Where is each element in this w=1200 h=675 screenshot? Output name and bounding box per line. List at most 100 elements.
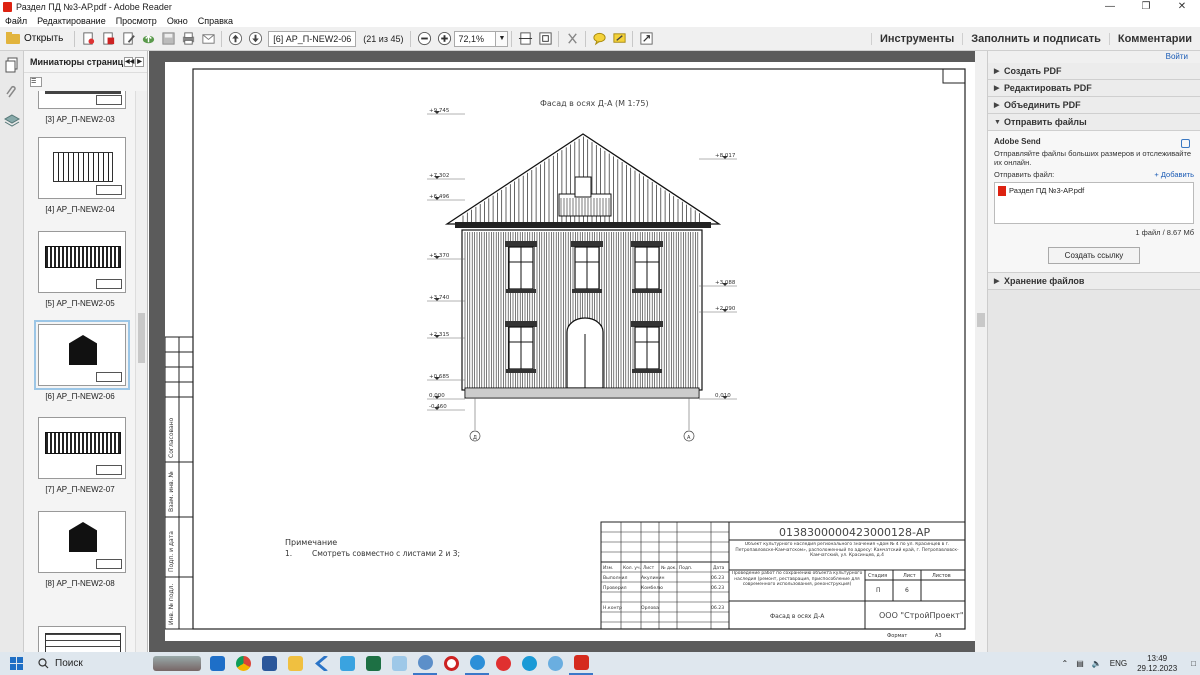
close-icon[interactable]: ✕ [1164, 0, 1200, 14]
chevron-up-icon[interactable]: ⌃ [1062, 659, 1069, 668]
prev-page-icon[interactable] [226, 30, 244, 48]
comments-tab[interactable]: Комментарии [1108, 32, 1200, 45]
zoom-out-icon[interactable] [415, 30, 433, 48]
add-file-link[interactable]: + Добавить [1154, 170, 1194, 179]
edit-pdf-section[interactable]: ▶ Редактировать PDF [988, 80, 1200, 97]
taskbar-search[interactable]: Поиск [32, 652, 150, 675]
create-link-button[interactable]: Создать ссылку [1048, 247, 1140, 264]
convert-pdf-icon[interactable] [99, 30, 117, 48]
app-arrow-icon[interactable] [309, 652, 333, 675]
browser-icon[interactable] [465, 652, 489, 675]
messenger-icon[interactable] [335, 652, 359, 675]
file-explorer-icon[interactable] [283, 652, 307, 675]
stamp-column-header: Изм. [603, 565, 613, 571]
network-icon[interactable]: ▤ [1076, 659, 1084, 668]
restore-icon[interactable]: ❐ [1128, 0, 1164, 14]
scrollbar-thumb[interactable] [138, 313, 145, 363]
building-photo-app-icon[interactable] [151, 652, 203, 675]
windows-start-icon[interactable] [0, 652, 32, 675]
menu-window[interactable]: Окно [162, 16, 193, 26]
zoom-field[interactable]: 72,1% [454, 30, 497, 47]
page-thumbnail[interactable]: [5] АР_П-NEW2-05 [35, 231, 126, 308]
scrollbar-thumb[interactable] [977, 313, 985, 327]
create-pdf-section[interactable]: ▶ Создать PDF [988, 63, 1200, 80]
fill-sign-tab[interactable]: Заполнить и подписать [962, 32, 1109, 45]
level-label: +7,302 [429, 173, 449, 179]
create-pdf-icon[interactable] [79, 30, 97, 48]
fit-width-icon[interactable] [516, 30, 534, 48]
page-thumbnail[interactable]: [3] АР_П-NEW2-03 [35, 91, 126, 124]
upload-cloud-icon[interactable] [139, 30, 157, 48]
speaker-icon[interactable]: 🔈 [1092, 659, 1102, 668]
expand-icon[interactable] [637, 30, 655, 48]
page-thumbnail[interactable] [35, 626, 126, 652]
c-app-icon[interactable] [439, 652, 463, 675]
outlook-icon[interactable] [205, 652, 229, 675]
word-icon[interactable] [257, 652, 281, 675]
page-thumbnails-icon[interactable] [0, 51, 24, 79]
edge-icon[interactable] [517, 652, 541, 675]
minimize-icon[interactable]: — [1092, 0, 1128, 14]
send-files-label: Отправить файлы [1004, 117, 1087, 127]
tools-tab[interactable]: Инструменты [870, 32, 962, 45]
level-mark-left: +3,740 [427, 295, 465, 302]
scissors-icon[interactable] [563, 30, 581, 48]
login-link[interactable]: Войти [988, 51, 1200, 63]
language-indicator[interactable]: ENG [1110, 659, 1127, 668]
chrome-icon[interactable] [231, 652, 255, 675]
cornice [455, 222, 711, 228]
menu-file[interactable]: Файл [0, 16, 32, 26]
excel-icon[interactable] [361, 652, 385, 675]
file-list[interactable]: Раздел ПД №3-АР.pdf [994, 182, 1194, 224]
menu-view[interactable]: Просмотр [111, 16, 162, 26]
expand-panel-icon[interactable]: ▶ [135, 56, 144, 67]
page-thumbnail[interactable]: [7] АР_П-NEW2-07 [35, 417, 126, 494]
next-page-icon[interactable] [246, 30, 264, 48]
level-label: 0,010 [715, 393, 731, 399]
stamp-date: 06.23 [711, 585, 724, 591]
attachments-icon[interactable] [0, 79, 24, 107]
edit-pdf-icon[interactable] [119, 30, 137, 48]
zoom-dropdown-icon[interactable]: ▼ [496, 30, 509, 47]
page-thumbnail[interactable]: [8] АР_П-NEW2-08 [35, 511, 126, 588]
fit-page-icon[interactable] [536, 30, 554, 48]
combine-pdf-section[interactable]: ▶ Объединить PDF [988, 97, 1200, 114]
level-label: -0,460 [429, 404, 447, 410]
file-storage-section[interactable]: ▶ Хранение файлов [988, 273, 1200, 290]
clock[interactable]: 13:49 29.12.2023 [1137, 654, 1177, 674]
comment-icon[interactable] [590, 30, 608, 48]
file-manager-icon[interactable] [413, 652, 437, 675]
level-mark-left: +0,685 [427, 374, 465, 381]
taskbar: Поиск ⌃ ▤ 🔈 ENG 13:49 29.12.2023 □ [0, 652, 1200, 675]
adobe-reader-taskbar-icon[interactable] [569, 652, 593, 675]
send-files-section[interactable]: ▼ Отправить файлы [988, 114, 1200, 131]
chevron-right-icon: ▶ [994, 68, 1000, 75]
save-icon[interactable] [159, 30, 177, 48]
notepad-icon[interactable] [387, 652, 411, 675]
thumbnails-scrollbar[interactable] [135, 91, 147, 652]
menu-help[interactable]: Справка [193, 16, 238, 26]
email-icon[interactable] [199, 30, 217, 48]
work-description: Проведение работ по сохранению объекта к… [731, 571, 863, 588]
adobe-send-title: Adobe Send [994, 137, 1041, 146]
document-scrollbar[interactable] [975, 51, 987, 652]
yandex-icon[interactable] [491, 652, 515, 675]
toolbar-divider [74, 30, 76, 47]
collapse-panel-icon[interactable]: ◀◀ [124, 56, 134, 67]
highlight-icon[interactable] [610, 30, 628, 48]
print-icon[interactable] [179, 30, 197, 48]
page-thumbnail[interactable]: [4] АР_П-NEW2-04 [35, 137, 126, 214]
network-app-icon[interactable] [543, 652, 567, 675]
options-menu-icon[interactable]: ☰ [30, 77, 42, 87]
menu-edit[interactable]: Редактирование [32, 16, 111, 26]
page-name-field[interactable]: [6] АР_П-NEW2-06 [268, 30, 357, 47]
facade-building [444, 133, 722, 399]
layers-icon[interactable] [0, 107, 24, 135]
stamp-date: 06.23 [711, 605, 724, 611]
zoom-in-icon[interactable] [435, 30, 453, 48]
open-button[interactable]: Открыть [0, 31, 71, 44]
notifications-icon[interactable]: □ [1191, 659, 1196, 668]
adobe-send-description: Отправляйте файлы больших размеров и отс… [994, 149, 1191, 167]
thumbnail-image [38, 417, 126, 479]
page-thumbnail[interactable]: [6] АР_П-NEW2-06 [34, 320, 130, 401]
